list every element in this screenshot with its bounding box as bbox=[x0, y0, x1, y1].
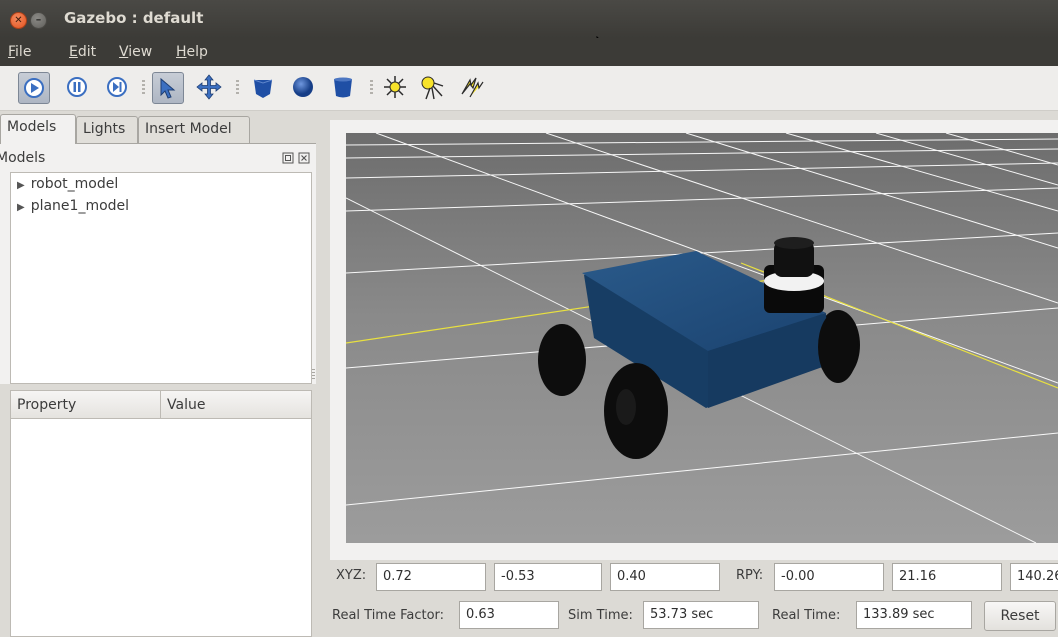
spot-light-icon bbox=[421, 76, 444, 100]
real-time-factor-label: Real Time Factor: bbox=[332, 608, 445, 623]
pause-button[interactable] bbox=[62, 72, 94, 104]
property-table: Property Value bbox=[10, 390, 312, 637]
wheel-back-left bbox=[538, 324, 586, 396]
panel-splitter[interactable] bbox=[0, 383, 316, 389]
select-arrow-icon bbox=[160, 77, 176, 99]
cylinder-shape-icon bbox=[334, 77, 352, 98]
real-time-field: 133.89 sec bbox=[856, 601, 972, 629]
column-header-value[interactable]: Value bbox=[161, 391, 311, 419]
xyz-label: XYZ: bbox=[336, 568, 367, 583]
float-panel-icon[interactable] bbox=[282, 152, 294, 164]
minimize-window-icon[interactable]: – bbox=[30, 12, 47, 29]
step-button[interactable] bbox=[102, 72, 134, 104]
reset-button[interactable]: Reset bbox=[984, 601, 1056, 631]
directional-light-button[interactable] bbox=[456, 72, 488, 104]
sim-time-label: Sim Time: bbox=[568, 608, 633, 623]
x-field[interactable]: 0.72 bbox=[376, 563, 486, 591]
lidar-top bbox=[774, 237, 814, 249]
tree-item-plane1-model[interactable]: ▶ plane1_model bbox=[17, 198, 129, 214]
directional-light-icon bbox=[461, 77, 484, 98]
tree-item-robot-model[interactable]: ▶ robot_model bbox=[17, 176, 118, 192]
real-time-label: Real Time: bbox=[772, 608, 841, 623]
tree-item-label: robot_model bbox=[30, 176, 119, 192]
models-panel-header: Models bbox=[0, 146, 316, 170]
pause-icon bbox=[67, 77, 87, 97]
yaw-field[interactable]: 140.26 bbox=[1010, 563, 1058, 591]
translate-mode-button[interactable] bbox=[194, 72, 226, 104]
tree-item-label: plane1_model bbox=[30, 198, 130, 214]
models-tree: ▶ robot_model ▶ plane1_model bbox=[10, 172, 312, 384]
roll-field[interactable]: -0.00 bbox=[774, 563, 884, 591]
point-light-button[interactable] bbox=[380, 72, 412, 104]
play-button[interactable] bbox=[18, 72, 50, 104]
point-light-icon bbox=[384, 76, 406, 98]
insert-cylinder-button[interactable] bbox=[328, 72, 360, 104]
expand-arrow-icon[interactable]: ▶ bbox=[17, 202, 25, 213]
tab-lights[interactable]: Lights bbox=[76, 116, 138, 143]
insert-sphere-button[interactable] bbox=[288, 72, 320, 104]
rpy-label: RPY: bbox=[736, 568, 764, 583]
panel-divider[interactable] bbox=[312, 111, 330, 635]
y-field[interactable]: -0.53 bbox=[494, 563, 602, 591]
select-mode-button[interactable] bbox=[152, 72, 184, 104]
window-title: Gazebo : default bbox=[64, 9, 204, 27]
models-header-label: Models bbox=[0, 150, 46, 166]
close-panel-icon[interactable] bbox=[298, 152, 310, 164]
wheel-front-right bbox=[818, 311, 858, 383]
insert-box-button[interactable] bbox=[248, 72, 280, 104]
sphere-shape-icon bbox=[293, 77, 313, 97]
toolbar-separator bbox=[142, 80, 145, 96]
close-window-icon[interactable]: ✕ bbox=[10, 12, 27, 29]
toolbar-separator bbox=[236, 80, 239, 96]
step-icon bbox=[107, 77, 127, 97]
menu-help[interactable]: Help bbox=[176, 44, 208, 60]
scene-render bbox=[346, 133, 1058, 543]
menu-edit[interactable]: Edit bbox=[69, 44, 96, 60]
wheel-front-left bbox=[604, 363, 668, 459]
menu-bar: File Edit View Help bbox=[0, 38, 1058, 66]
spot-light-button[interactable] bbox=[416, 72, 448, 104]
tab-models[interactable]: Models bbox=[0, 114, 76, 144]
box-shape-icon bbox=[253, 79, 273, 98]
menu-view[interactable]: View bbox=[119, 44, 152, 60]
expand-arrow-icon[interactable]: ▶ bbox=[17, 180, 25, 191]
splitter-grip bbox=[312, 369, 315, 381]
wheel-hub bbox=[616, 389, 636, 425]
toolbar-separator bbox=[370, 80, 373, 96]
real-time-factor-field: 0.63 bbox=[459, 601, 559, 629]
toolbar bbox=[0, 66, 1058, 111]
time-bar: Real Time Factor: 0.63 Sim Time: 53.73 s… bbox=[316, 598, 1058, 635]
z-field[interactable]: 0.40 bbox=[610, 563, 720, 591]
tab-insert-model[interactable]: Insert Model bbox=[138, 116, 250, 143]
translate-icon bbox=[196, 74, 222, 100]
column-header-property[interactable]: Property bbox=[11, 391, 161, 419]
sim-time-field: 53.73 sec bbox=[643, 601, 759, 629]
menu-file[interactable]: File bbox=[8, 44, 31, 60]
3d-viewport[interactable] bbox=[346, 133, 1058, 543]
play-icon bbox=[24, 78, 44, 98]
pose-bar: XYZ: 0.72 -0.53 0.40 RPY: -0.00 21.16 14… bbox=[330, 560, 1058, 596]
pitch-field[interactable]: 21.16 bbox=[892, 563, 1002, 591]
